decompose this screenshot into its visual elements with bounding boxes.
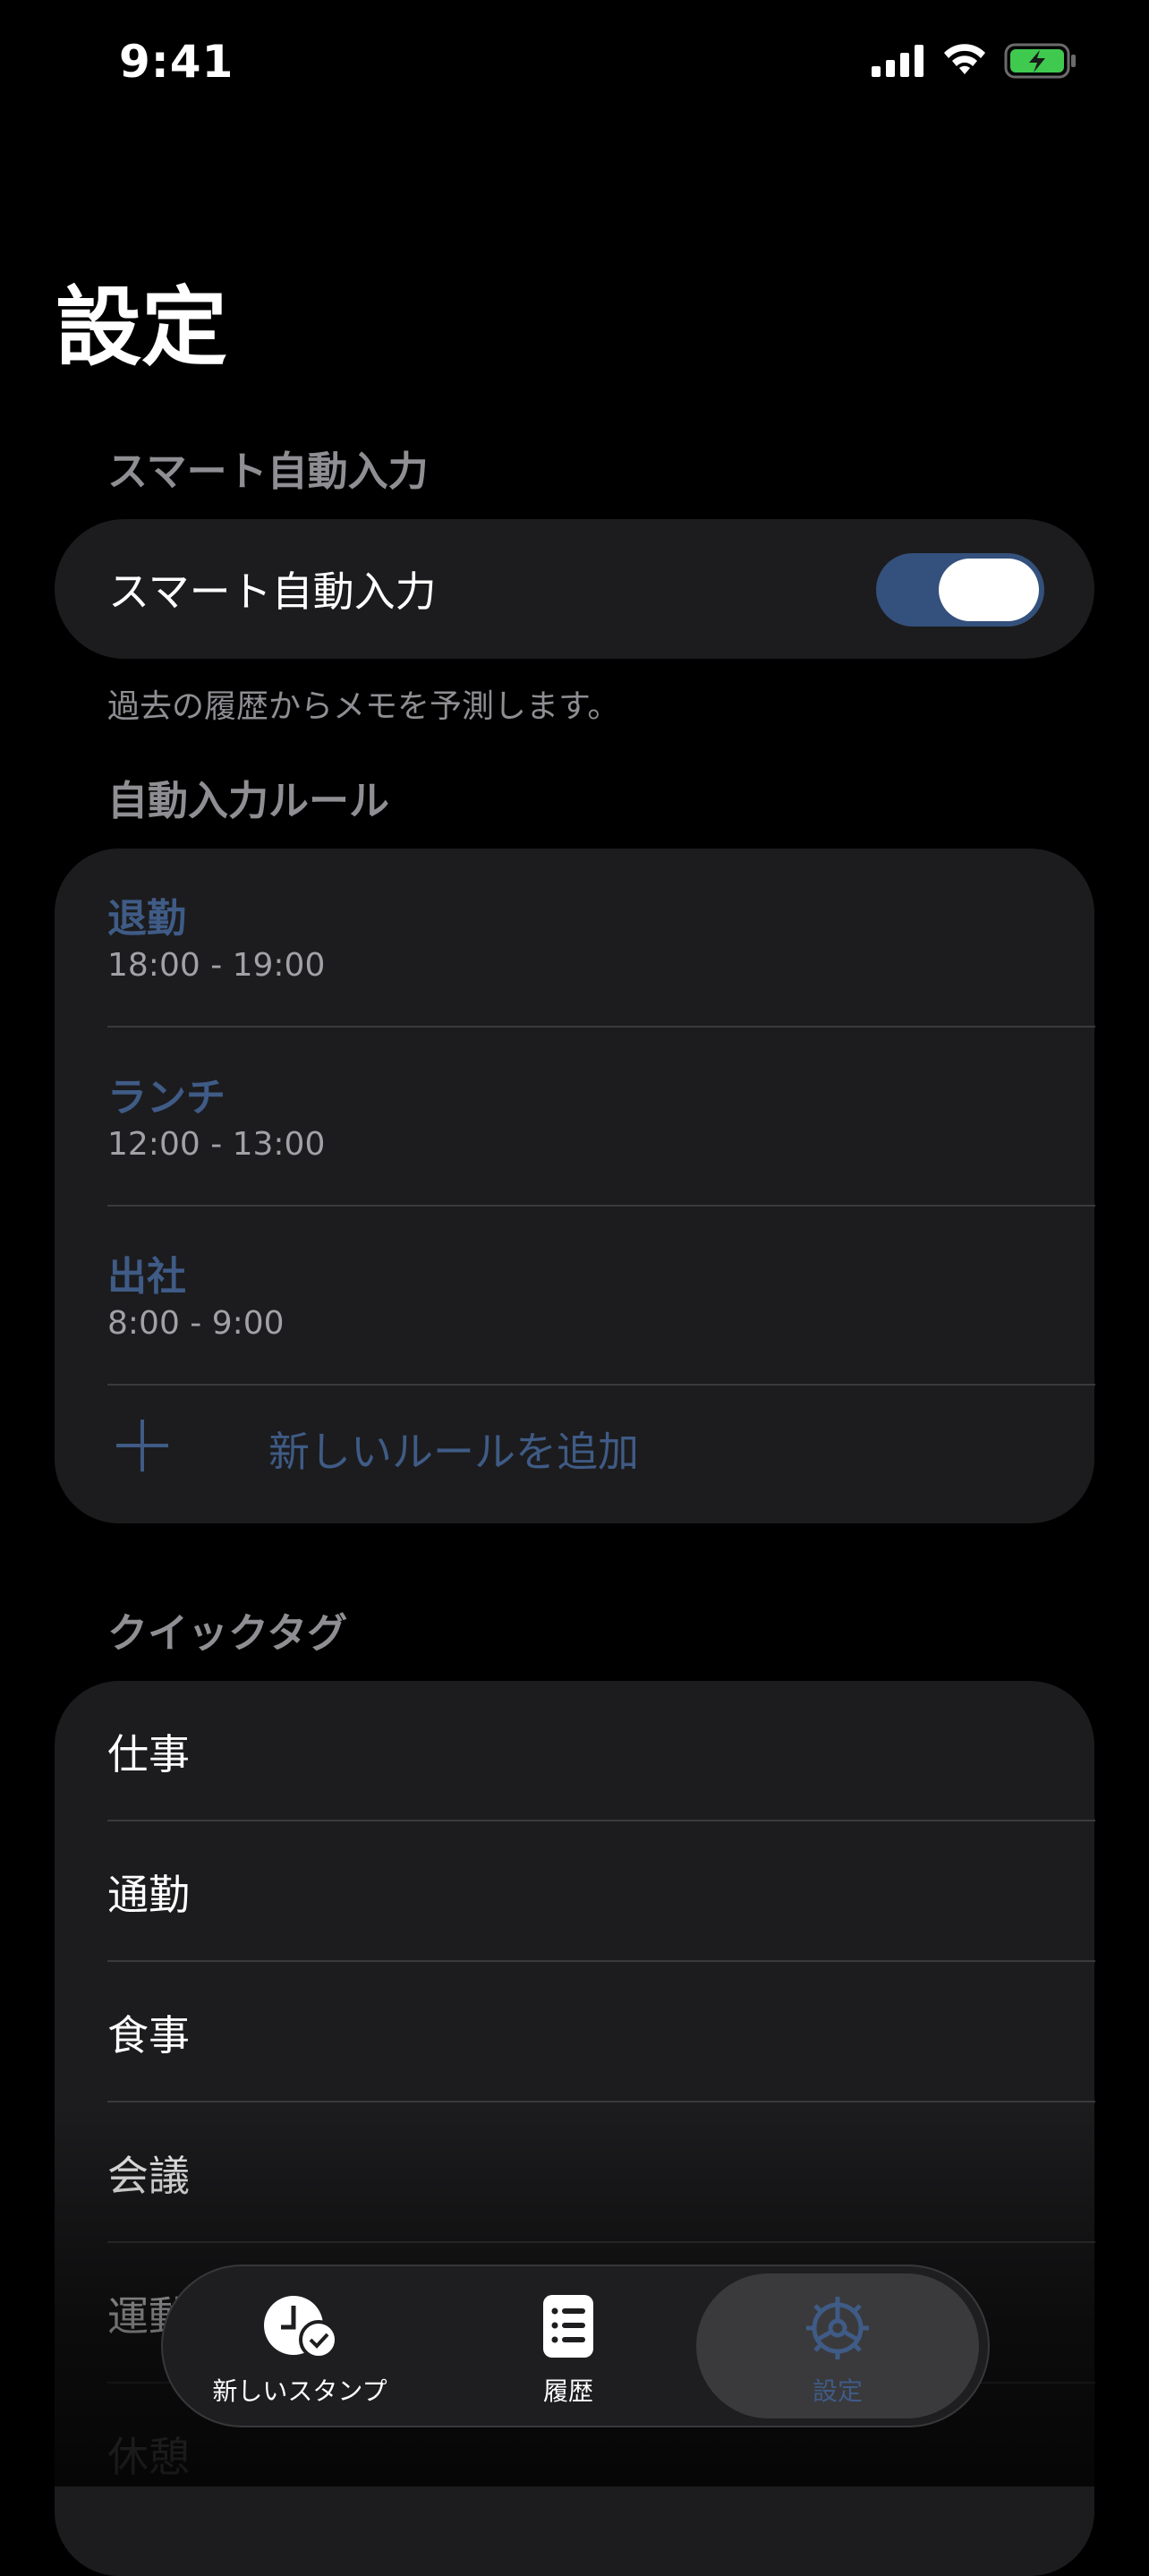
- section-header-smart-input: スマート自動入力: [107, 448, 429, 495]
- list-icon: [543, 2295, 593, 2358]
- tab-label: 設定: [812, 2376, 863, 2406]
- rule-name: ランチ: [107, 1075, 226, 1121]
- tab-bar: 新しいスタンプ 履歴 設定: [161, 2265, 990, 2427]
- rule-row[interactable]: 出社 8:00 - 9:00: [107, 1207, 1095, 1386]
- gear-icon: [806, 2297, 869, 2359]
- tab-label: 履歴: [542, 2376, 593, 2406]
- battery-charging-icon: [1004, 43, 1076, 79]
- tag-row[interactable]: 食事: [107, 1962, 1095, 2103]
- tab-settings[interactable]: 設定: [696, 2273, 979, 2418]
- tag-label: 通勤: [107, 1870, 190, 1919]
- add-rule-button[interactable]: 新しいルールを追加: [107, 1386, 1095, 1523]
- section-header-quick-tags: クイックタグ: [107, 1609, 348, 1657]
- smart-input-toggle-row: スマート自動入力: [55, 519, 1094, 659]
- quick-tags-list: 仕事 通勤 食事 会議 運動 休憩: [55, 1681, 1095, 2576]
- tag-label: 食事: [107, 2010, 190, 2060]
- rule-time: 8:00 - 9:00: [107, 1305, 285, 1342]
- rule-time: 12:00 - 13:00: [107, 1126, 326, 1163]
- tab-label: 新しいスタンプ: [212, 2376, 387, 2406]
- smart-input-toggle[interactable]: [876, 553, 1044, 627]
- status-icons: [872, 43, 1077, 79]
- smart-input-footnote: 過去の履歴からメモを予測します。: [107, 688, 620, 725]
- cellular-signal-icon: [872, 45, 923, 77]
- status-time: 9:41: [119, 36, 234, 88]
- tag-label: 仕事: [107, 1729, 190, 1778]
- add-rule-label: 新しいルールを追加: [268, 1428, 639, 1476]
- page-title: 設定: [55, 277, 227, 378]
- section-header-rules: 自動入力ルール: [107, 777, 390, 824]
- tag-row[interactable]: 仕事: [107, 1681, 1095, 1821]
- tab-history[interactable]: 履歴: [447, 2266, 689, 2426]
- plus-icon: [116, 1420, 168, 1471]
- toggle-label: スマート自動入力: [108, 567, 437, 616]
- tag-row[interactable]: 会議: [107, 2103, 1095, 2243]
- rule-row[interactable]: ランチ 12:00 - 13:00: [107, 1028, 1095, 1207]
- tag-label: 休憩: [107, 2432, 190, 2481]
- rule-time: 18:00 - 19:00: [107, 947, 326, 984]
- rules-list: 退勤 18:00 - 19:00 ランチ 12:00 - 13:00 出社 8:…: [55, 849, 1095, 1523]
- toggle-knob: [939, 559, 1039, 621]
- clock-check-icon: [264, 2296, 338, 2359]
- wifi-icon: [944, 44, 985, 74]
- rule-row[interactable]: 退勤 18:00 - 19:00: [107, 849, 1095, 1028]
- tag-row[interactable]: 通勤: [107, 1821, 1095, 1962]
- tag-label: 会議: [107, 2151, 190, 2200]
- rule-name: 退勤: [107, 896, 186, 942]
- status-bar: 9:41: [0, 0, 1149, 134]
- rule-name: 出社: [107, 1254, 186, 1300]
- tab-new-stamp[interactable]: 新しいスタンプ: [170, 2266, 430, 2426]
